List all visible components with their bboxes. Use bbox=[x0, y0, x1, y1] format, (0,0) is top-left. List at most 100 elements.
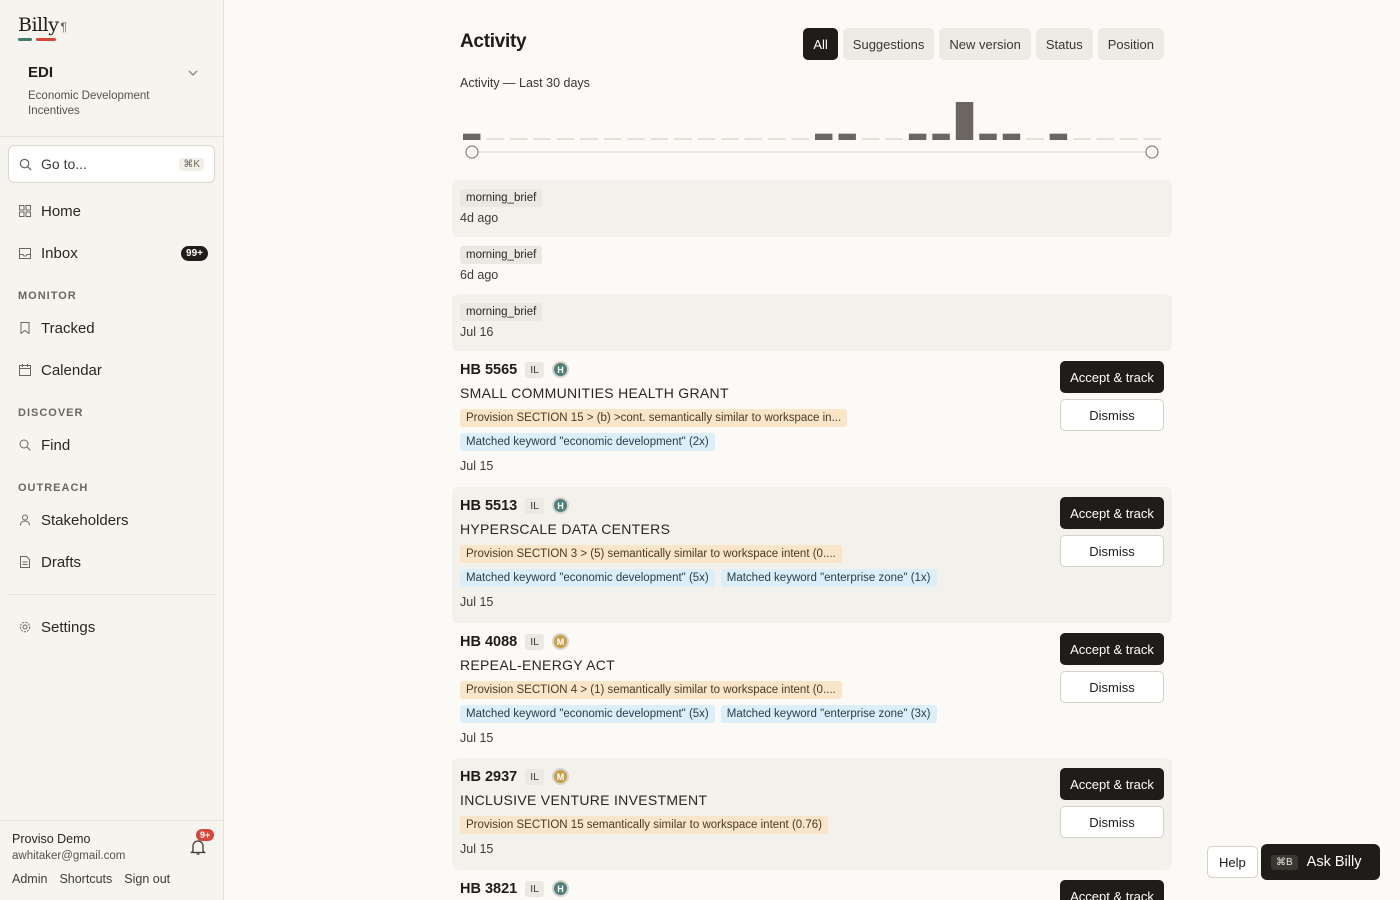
logo-underline bbox=[18, 38, 67, 41]
range-handle-start[interactable] bbox=[465, 145, 479, 159]
accept-track-button[interactable]: Accept & track bbox=[1060, 633, 1164, 665]
nav-calendar[interactable]: Calendar bbox=[18, 358, 208, 382]
nav-find-label: Find bbox=[41, 436, 71, 454]
nav-home-label: Home bbox=[41, 202, 82, 220]
nav-find[interactable]: Find bbox=[18, 433, 208, 457]
inbox-count-badge: 99+ bbox=[181, 245, 208, 261]
dismiss-button[interactable]: Dismiss bbox=[1060, 806, 1164, 838]
bill-state: IL bbox=[525, 633, 544, 650]
bill-title: SMALL COMMUNITIES HEALTH GRANT bbox=[460, 385, 729, 401]
divider bbox=[0, 820, 224, 821]
search-icon bbox=[19, 158, 32, 171]
nav-settings[interactable]: Settings bbox=[18, 615, 208, 639]
user-name: Proviso Demo bbox=[12, 832, 91, 846]
search-shortcut: ⌘K bbox=[179, 157, 204, 171]
calendar-icon bbox=[18, 363, 32, 377]
filter-all[interactable]: All bbox=[803, 28, 838, 60]
bill-suggestion-card[interactable]: HB 3821 IL H Accept & track bbox=[452, 870, 1172, 900]
keyword-tag: Matched keyword "enterprise zone" (1x) bbox=[720, 569, 937, 587]
ask-shortcut: ⌘B bbox=[1271, 854, 1298, 870]
bill-suggestion-card[interactable]: HB 5513 IL H HYPERSCALE DATA CENTERS Pro… bbox=[452, 487, 1172, 623]
chart-bar[interactable] bbox=[932, 133, 950, 140]
chart-bar[interactable] bbox=[838, 133, 856, 140]
accept-track-button[interactable]: Accept & track bbox=[1060, 497, 1164, 529]
workspace-switcher[interactable]: EDI Economic Development Incentives bbox=[18, 58, 208, 121]
brief-item[interactable]: morning_brief Jul 16 bbox=[452, 294, 1172, 351]
search-icon bbox=[18, 438, 32, 452]
dismiss-button[interactable]: Dismiss bbox=[1060, 535, 1164, 567]
priority-badge: M bbox=[552, 633, 569, 650]
chart-bar[interactable] bbox=[908, 133, 927, 140]
dismiss-button[interactable]: Dismiss bbox=[1060, 671, 1164, 703]
brief-item[interactable]: morning_brief 6d ago bbox=[452, 237, 1172, 294]
home-grid-icon bbox=[18, 204, 32, 218]
filter-tabs: All Suggestions New version Status Posit… bbox=[803, 28, 1164, 60]
brief-item[interactable]: morning_brief 4d ago bbox=[452, 180, 1172, 237]
chart-bar[interactable] bbox=[979, 133, 997, 140]
admin-link[interactable]: Admin bbox=[12, 872, 47, 886]
provision-tag: Provision SECTION 4 > (1) semantically s… bbox=[460, 681, 842, 699]
chart-bar[interactable] bbox=[1049, 133, 1068, 140]
bill-date: Jul 15 bbox=[460, 842, 494, 856]
section-outreach: OUTREACH bbox=[18, 482, 89, 494]
bill-number[interactable]: HB 5565 bbox=[460, 362, 517, 378]
bill-title: REPEAL-ENERGY ACT bbox=[460, 657, 615, 673]
signout-link[interactable]: Sign out bbox=[124, 872, 170, 886]
activity-chart bbox=[463, 102, 1161, 159]
nav-settings-label: Settings bbox=[41, 618, 96, 636]
nav-drafts[interactable]: Drafts bbox=[18, 550, 208, 574]
nav-stakeholders[interactable]: Stakeholders bbox=[18, 508, 208, 532]
brief-tag: morning_brief bbox=[460, 303, 543, 321]
nav-inbox[interactable]: Inbox 99+ bbox=[18, 241, 208, 265]
bill-number[interactable]: HB 2937 bbox=[460, 769, 517, 785]
document-icon bbox=[18, 555, 32, 569]
bill-number[interactable]: HB 3821 bbox=[460, 881, 517, 897]
accept-track-button[interactable]: Accept & track bbox=[1060, 361, 1164, 393]
ask-billy-label: Ask Billy bbox=[1306, 854, 1362, 870]
accept-track-button[interactable]: Accept & track bbox=[1060, 768, 1164, 800]
ask-billy-button[interactable]: ⌘B Ask Billy bbox=[1261, 844, 1380, 880]
chart-bar[interactable] bbox=[1002, 133, 1021, 140]
provision-tag: Provision SECTION 15 > (b) >cont. semant… bbox=[460, 409, 848, 427]
brief-tag: morning_brief bbox=[460, 189, 543, 207]
chart-bar[interactable] bbox=[955, 102, 974, 140]
filter-suggestions[interactable]: Suggestions bbox=[842, 28, 935, 60]
priority-badge: H bbox=[552, 361, 569, 378]
user-email: awhitaker@gmail.com bbox=[12, 850, 126, 862]
brief-date: 4d ago bbox=[460, 211, 499, 225]
person-icon bbox=[18, 513, 32, 527]
chart-bar[interactable] bbox=[815, 133, 833, 140]
filter-position[interactable]: Position bbox=[1097, 28, 1164, 60]
bill-suggestion-card[interactable]: HB 5565 IL H SMALL COMMUNITIES HEALTH GR… bbox=[452, 351, 1172, 487]
nav-calendar-label: Calendar bbox=[41, 361, 102, 379]
brief-date: Jul 16 bbox=[460, 325, 494, 339]
app-logo[interactable]: Billy ¶ bbox=[18, 14, 67, 41]
accept-track-button[interactable]: Accept & track bbox=[1060, 880, 1164, 900]
inbox-icon bbox=[18, 246, 32, 260]
workspace-name: EDI bbox=[28, 64, 54, 81]
workspace-description: Economic Development Incentives bbox=[28, 90, 150, 117]
nav-drafts-label: Drafts bbox=[41, 553, 82, 571]
provision-tag: Provision SECTION 15 semantically simila… bbox=[460, 816, 828, 834]
nav-home[interactable]: Home bbox=[18, 199, 208, 223]
divider bbox=[8, 594, 215, 595]
brief-tag: morning_brief bbox=[460, 246, 543, 264]
bill-suggestion-card[interactable]: HB 4088 IL M REPEAL-ENERGY ACT Provision… bbox=[452, 623, 1172, 758]
bill-suggestion-card[interactable]: HB 2937 IL M INCLUSIVE VENTURE INVESTMEN… bbox=[452, 758, 1172, 870]
bill-number[interactable]: HB 5513 bbox=[460, 498, 517, 514]
filter-new-version[interactable]: New version bbox=[939, 28, 1031, 60]
range-handle-end[interactable] bbox=[1145, 145, 1159, 159]
divider bbox=[0, 136, 224, 137]
chart-bar[interactable] bbox=[463, 133, 481, 140]
goto-search[interactable]: Go to... ⌘K bbox=[8, 145, 215, 183]
help-button[interactable]: Help bbox=[1207, 846, 1258, 878]
shortcuts-link[interactable]: Shortcuts bbox=[59, 872, 112, 886]
filter-status[interactable]: Status bbox=[1035, 28, 1093, 60]
page-title: Activity bbox=[460, 31, 527, 52]
bill-number[interactable]: HB 4088 bbox=[460, 634, 517, 650]
nav-tracked[interactable]: Tracked bbox=[18, 316, 208, 340]
dismiss-button[interactable]: Dismiss bbox=[1060, 399, 1164, 431]
priority-badge: M bbox=[552, 768, 569, 785]
bill-date: Jul 15 bbox=[460, 459, 494, 473]
nav-tracked-label: Tracked bbox=[41, 319, 95, 337]
